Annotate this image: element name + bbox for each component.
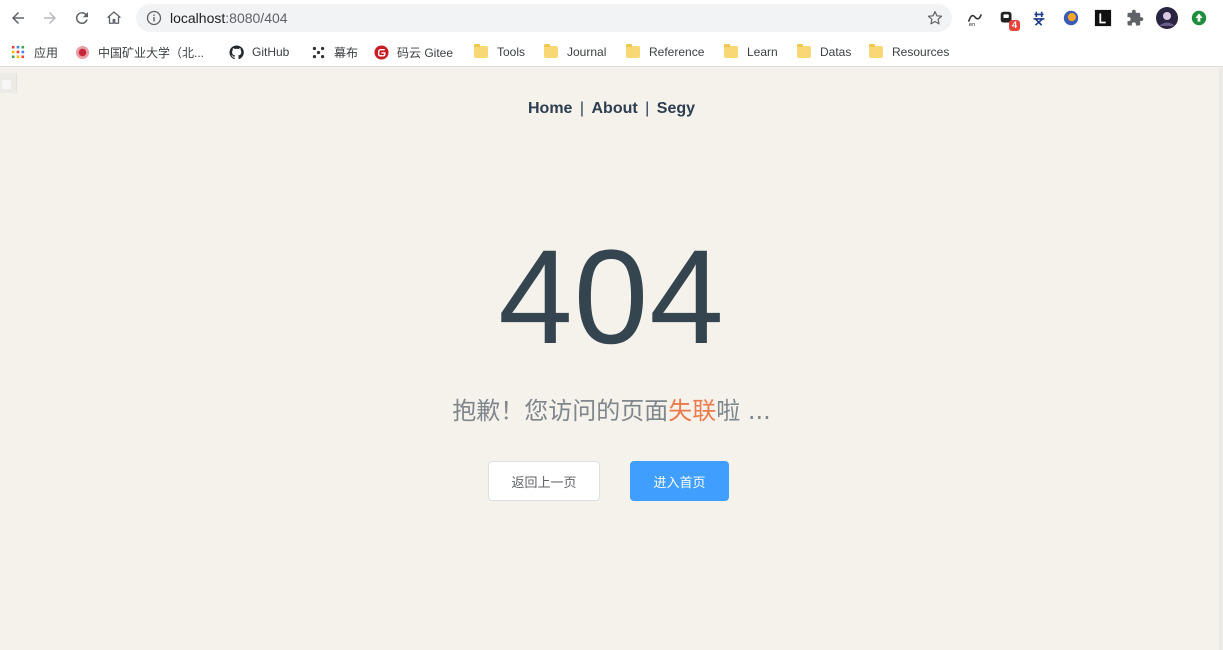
- app-nav: Home | About | Segy: [0, 100, 1223, 118]
- bookmark-label: Learn: [747, 45, 778, 59]
- url-host: localhost: [170, 10, 226, 26]
- bookmark-apps[interactable]: 应用: [10, 42, 58, 62]
- bookmark-github[interactable]: GitHub: [228, 42, 289, 62]
- bookmark-label: GitHub: [252, 45, 290, 59]
- university-logo-icon: [74, 44, 90, 60]
- bookmark-folder-resources[interactable]: Resources: [868, 42, 949, 62]
- mai-icon[interactable]: [1029, 8, 1049, 28]
- error-message: 抱歉！您访问的页面失联啦 ...: [0, 393, 1223, 429]
- bookmark-folder-datas[interactable]: Datas: [796, 42, 851, 62]
- bookmark-folder-tools[interactable]: Tools: [473, 42, 525, 62]
- folder-icon: [723, 44, 739, 60]
- url-text: localhost:8080/404: [170, 10, 288, 26]
- bookmark-label: 应用: [34, 45, 59, 60]
- go-back-button[interactable]: 返回上一页: [488, 461, 600, 501]
- bookmarks-bar: 应用 中国矿业大学（北... GitHub 幕布 码云 Gitee Tools …: [0, 36, 1223, 67]
- bookmark-cumtb[interactable]: 中国矿业大学（北...: [74, 42, 204, 62]
- bookmark-label: Datas: [820, 45, 852, 59]
- bookmark-folder-reference[interactable]: Reference: [625, 42, 704, 62]
- gitee-icon: [373, 44, 389, 60]
- bookmark-gitee[interactable]: 码云 Gitee: [373, 42, 453, 62]
- folder-icon: [796, 44, 812, 60]
- folder-icon: [543, 44, 559, 60]
- bookmark-label: 中国矿业大学（北...: [98, 45, 205, 60]
- extension-badge-count: 4: [1008, 20, 1020, 31]
- svg-text:en: en: [969, 22, 976, 27]
- error-message-highlight: 失联: [668, 397, 717, 425]
- firefox-like-icon[interactable]: [1061, 8, 1081, 28]
- reload-icon[interactable]: [69, 5, 95, 31]
- update-icon[interactable]: [1189, 8, 1209, 28]
- home-icon[interactable]: [101, 5, 127, 31]
- folder-icon: [868, 44, 884, 60]
- bookmark-mubu[interactable]: 幕布: [310, 42, 358, 62]
- go-home-button[interactable]: 进入首页: [630, 461, 729, 501]
- info-icon[interactable]: [146, 10, 162, 26]
- nav-link-home[interactable]: Home: [528, 100, 572, 117]
- error-message-text: 抱歉！您访问的页面: [452, 397, 669, 425]
- scrollbar[interactable]: [1219, 68, 1223, 650]
- bookmark-label: 码云 Gitee: [397, 45, 454, 60]
- error-message-suffix: 啦 ...: [716, 397, 771, 425]
- bookmark-label: Resources: [892, 45, 950, 59]
- forward-arrow-icon[interactable]: [37, 5, 63, 31]
- mubu-icon: [310, 44, 326, 60]
- folder-icon: [625, 44, 641, 60]
- url-path: :8080/404: [225, 10, 288, 26]
- address-bar[interactable]: localhost:8080/404: [136, 4, 952, 32]
- nav-separator: |: [579, 100, 585, 117]
- corner-widget[interactable]: [0, 73, 17, 93]
- folder-icon: [473, 44, 489, 60]
- bookmark-folder-journal[interactable]: Journal: [543, 42, 606, 62]
- puzzle-icon[interactable]: [1125, 8, 1145, 28]
- back-arrow-icon[interactable]: [5, 5, 31, 31]
- error-code: 404: [498, 223, 725, 372]
- page-content: Home | About | Segy 404 抱歉！您访问的页面失联啦 ...…: [0, 68, 1223, 650]
- apps-grid-icon: [10, 44, 26, 60]
- bookmark-star-icon[interactable]: [926, 9, 944, 27]
- bookmark-label: Reference: [649, 45, 705, 59]
- nav-link-segy[interactable]: Segy: [657, 100, 695, 117]
- leetcode-icon[interactable]: [1093, 8, 1113, 28]
- translate-en-icon[interactable]: en: [965, 8, 985, 28]
- nav-link-about[interactable]: About: [592, 100, 638, 117]
- profile-avatar[interactable]: [1156, 7, 1178, 29]
- github-icon: [228, 44, 244, 60]
- browser-toolbar: localhost:8080/404 en 4: [0, 0, 1223, 36]
- bookmark-label: Tools: [497, 45, 526, 59]
- bookmark-label: 幕布: [334, 45, 359, 60]
- nav-separator: |: [645, 100, 650, 117]
- bookmark-label: Journal: [567, 45, 607, 59]
- extension-badge-icon[interactable]: 4: [997, 8, 1020, 31]
- bookmark-folder-learn[interactable]: Learn: [723, 42, 778, 62]
